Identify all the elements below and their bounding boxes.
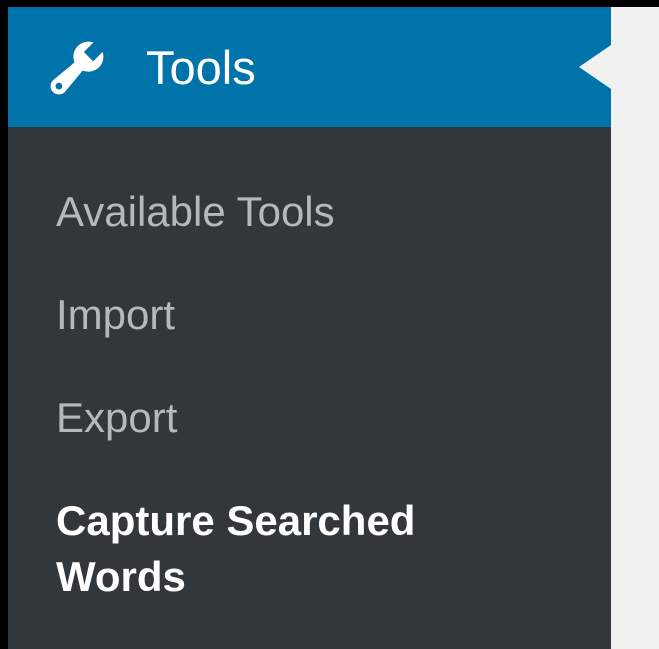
admin-sidebar: Tools Available Tools Import Export Capt… xyxy=(8,7,611,649)
screenshot-frame: Tools Available Tools Import Export Capt… xyxy=(0,0,659,649)
submenu-item-export[interactable]: Export xyxy=(56,390,177,446)
menu-title: Tools xyxy=(146,41,256,94)
current-menu-arrow xyxy=(579,45,611,89)
submenu-item-available-tools[interactable]: Available Tools xyxy=(56,184,335,240)
submenu-item-import[interactable]: Import xyxy=(56,287,175,343)
submenu-item-capture-searched-words[interactable]: Capture Searched Words xyxy=(56,493,476,605)
wrench-icon xyxy=(50,41,104,95)
menu-item-tools[interactable]: Tools xyxy=(8,7,611,127)
